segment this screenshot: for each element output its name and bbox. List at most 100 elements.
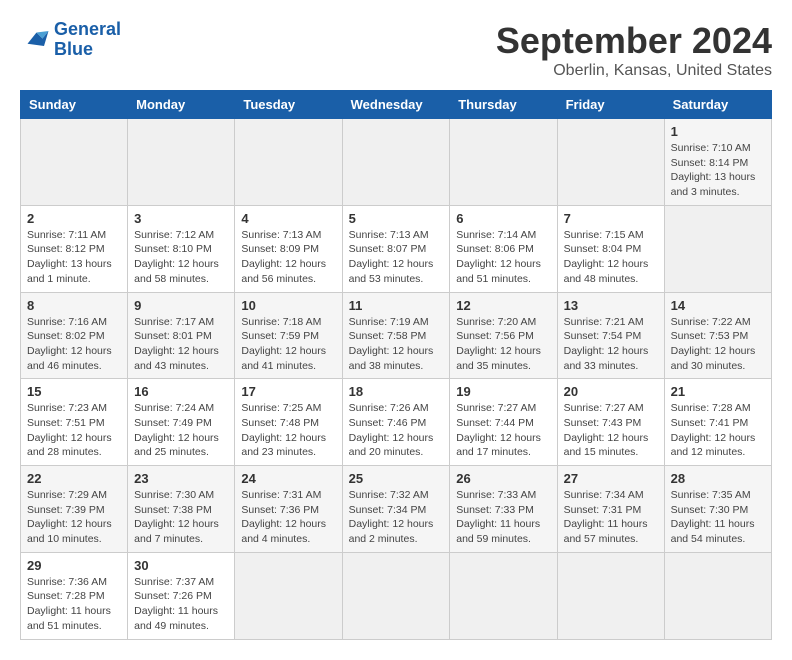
day-cell: 11 Sunrise: 7:19 AMSunset: 7:58 PMDaylig… (342, 292, 450, 379)
empty-cell (342, 119, 450, 206)
day-info: Sunrise: 7:20 AMSunset: 7:56 PMDaylight:… (456, 315, 550, 374)
day-cell (557, 552, 664, 639)
day-cell: 19 Sunrise: 7:27 AMSunset: 7:44 PMDaylig… (450, 379, 557, 466)
day-cell: 30 Sunrise: 7:37 AMSunset: 7:26 PMDaylig… (128, 552, 235, 639)
day-cell: 29 Sunrise: 7:36 AMSunset: 7:28 PMDaylig… (21, 552, 128, 639)
day-number: 21 (671, 384, 765, 399)
day-info: Sunrise: 7:23 AMSunset: 7:51 PMDaylight:… (27, 401, 121, 460)
day-cell: 21 Sunrise: 7:28 AMSunset: 7:41 PMDaylig… (664, 379, 771, 466)
month-title: September 2024 (496, 20, 772, 62)
day-cell (664, 552, 771, 639)
day-number: 23 (134, 471, 228, 486)
day-cell: 25 Sunrise: 7:32 AMSunset: 7:34 PMDaylig… (342, 466, 450, 553)
day-cell (664, 205, 771, 292)
day-cell: 17 Sunrise: 7:25 AMSunset: 7:48 PMDaylig… (235, 379, 342, 466)
day-number: 5 (349, 211, 444, 226)
day-cell: 2 Sunrise: 7:11 AMSunset: 8:12 PMDayligh… (21, 205, 128, 292)
day-number: 30 (134, 558, 228, 573)
calendar-table: SundayMondayTuesdayWednesdayThursdayFrid… (20, 90, 772, 640)
day-number: 14 (671, 298, 765, 313)
day-number: 3 (134, 211, 228, 226)
column-header-friday: Friday (557, 91, 664, 119)
logo: General Blue (20, 20, 121, 60)
day-cell: 20 Sunrise: 7:27 AMSunset: 7:43 PMDaylig… (557, 379, 664, 466)
day-info: Sunrise: 7:15 AMSunset: 8:04 PMDaylight:… (564, 228, 658, 287)
day-number: 15 (27, 384, 121, 399)
day-cell: 7 Sunrise: 7:15 AMSunset: 8:04 PMDayligh… (557, 205, 664, 292)
page-header: General Blue September 2024 Oberlin, Kan… (20, 20, 772, 80)
day-cell: 3 Sunrise: 7:12 AMSunset: 8:10 PMDayligh… (128, 205, 235, 292)
empty-cell (235, 119, 342, 206)
day-cell: 24 Sunrise: 7:31 AMSunset: 7:36 PMDaylig… (235, 466, 342, 553)
day-number: 20 (564, 384, 658, 399)
day-number: 9 (134, 298, 228, 313)
column-header-wednesday: Wednesday (342, 91, 450, 119)
logo-line2: Blue (54, 39, 93, 59)
day-number: 24 (241, 471, 335, 486)
day-info: Sunrise: 7:12 AMSunset: 8:10 PMDaylight:… (134, 228, 228, 287)
day-info: Sunrise: 7:17 AMSunset: 8:01 PMDaylight:… (134, 315, 228, 374)
day-cell: 6 Sunrise: 7:14 AMSunset: 8:06 PMDayligh… (450, 205, 557, 292)
day-cell: 12 Sunrise: 7:20 AMSunset: 7:56 PMDaylig… (450, 292, 557, 379)
day-info: Sunrise: 7:34 AMSunset: 7:31 PMDaylight:… (564, 488, 658, 547)
day-number: 13 (564, 298, 658, 313)
day-number: 1 (671, 124, 765, 139)
day-cell: 5 Sunrise: 7:13 AMSunset: 8:07 PMDayligh… (342, 205, 450, 292)
day-info: Sunrise: 7:35 AMSunset: 7:30 PMDaylight:… (671, 488, 765, 547)
day-number: 2 (27, 211, 121, 226)
day-number: 16 (134, 384, 228, 399)
day-info: Sunrise: 7:33 AMSunset: 7:33 PMDaylight:… (456, 488, 550, 547)
day-info: Sunrise: 7:30 AMSunset: 7:38 PMDaylight:… (134, 488, 228, 547)
day-cell: 15 Sunrise: 7:23 AMSunset: 7:51 PMDaylig… (21, 379, 128, 466)
day-info: Sunrise: 7:14 AMSunset: 8:06 PMDaylight:… (456, 228, 550, 287)
column-header-saturday: Saturday (664, 91, 771, 119)
day-info: Sunrise: 7:18 AMSunset: 7:59 PMDaylight:… (241, 315, 335, 374)
day-cell: 9 Sunrise: 7:17 AMSunset: 8:01 PMDayligh… (128, 292, 235, 379)
day-info: Sunrise: 7:22 AMSunset: 7:53 PMDaylight:… (671, 315, 765, 374)
empty-cell (21, 119, 128, 206)
day-info: Sunrise: 7:31 AMSunset: 7:36 PMDaylight:… (241, 488, 335, 547)
day-cell: 13 Sunrise: 7:21 AMSunset: 7:54 PMDaylig… (557, 292, 664, 379)
title-block: September 2024 Oberlin, Kansas, United S… (496, 20, 772, 80)
day-info: Sunrise: 7:13 AMSunset: 8:09 PMDaylight:… (241, 228, 335, 287)
day-info: Sunrise: 7:11 AMSunset: 8:12 PMDaylight:… (27, 228, 121, 287)
day-info: Sunrise: 7:25 AMSunset: 7:48 PMDaylight:… (241, 401, 335, 460)
day-info: Sunrise: 7:26 AMSunset: 7:46 PMDaylight:… (349, 401, 444, 460)
day-info: Sunrise: 7:10 AMSunset: 8:14 PMDaylight:… (671, 141, 765, 200)
day-cell: 23 Sunrise: 7:30 AMSunset: 7:38 PMDaylig… (128, 466, 235, 553)
empty-cell (450, 119, 557, 206)
logo-line1: General (54, 19, 121, 39)
day-cell: 22 Sunrise: 7:29 AMSunset: 7:39 PMDaylig… (21, 466, 128, 553)
day-cell: 18 Sunrise: 7:26 AMSunset: 7:46 PMDaylig… (342, 379, 450, 466)
day-info: Sunrise: 7:21 AMSunset: 7:54 PMDaylight:… (564, 315, 658, 374)
day-cell: 1 Sunrise: 7:10 AMSunset: 8:14 PMDayligh… (664, 119, 771, 206)
day-number: 12 (456, 298, 550, 313)
day-cell: 16 Sunrise: 7:24 AMSunset: 7:49 PMDaylig… (128, 379, 235, 466)
day-info: Sunrise: 7:29 AMSunset: 7:39 PMDaylight:… (27, 488, 121, 547)
day-number: 26 (456, 471, 550, 486)
column-header-tuesday: Tuesday (235, 91, 342, 119)
day-number: 6 (456, 211, 550, 226)
day-info: Sunrise: 7:24 AMSunset: 7:49 PMDaylight:… (134, 401, 228, 460)
day-cell: 10 Sunrise: 7:18 AMSunset: 7:59 PMDaylig… (235, 292, 342, 379)
day-number: 11 (349, 298, 444, 313)
day-cell: 14 Sunrise: 7:22 AMSunset: 7:53 PMDaylig… (664, 292, 771, 379)
column-header-sunday: Sunday (21, 91, 128, 119)
day-cell (235, 552, 342, 639)
day-number: 22 (27, 471, 121, 486)
day-number: 29 (27, 558, 121, 573)
day-info: Sunrise: 7:16 AMSunset: 8:02 PMDaylight:… (27, 315, 121, 374)
logo-icon (20, 25, 50, 55)
day-cell: 26 Sunrise: 7:33 AMSunset: 7:33 PMDaylig… (450, 466, 557, 553)
day-cell (450, 552, 557, 639)
day-number: 10 (241, 298, 335, 313)
day-cell (342, 552, 450, 639)
day-number: 25 (349, 471, 444, 486)
day-number: 7 (564, 211, 658, 226)
day-number: 19 (456, 384, 550, 399)
day-info: Sunrise: 7:27 AMSunset: 7:44 PMDaylight:… (456, 401, 550, 460)
day-number: 28 (671, 471, 765, 486)
day-info: Sunrise: 7:27 AMSunset: 7:43 PMDaylight:… (564, 401, 658, 460)
day-number: 27 (564, 471, 658, 486)
day-cell: 8 Sunrise: 7:16 AMSunset: 8:02 PMDayligh… (21, 292, 128, 379)
